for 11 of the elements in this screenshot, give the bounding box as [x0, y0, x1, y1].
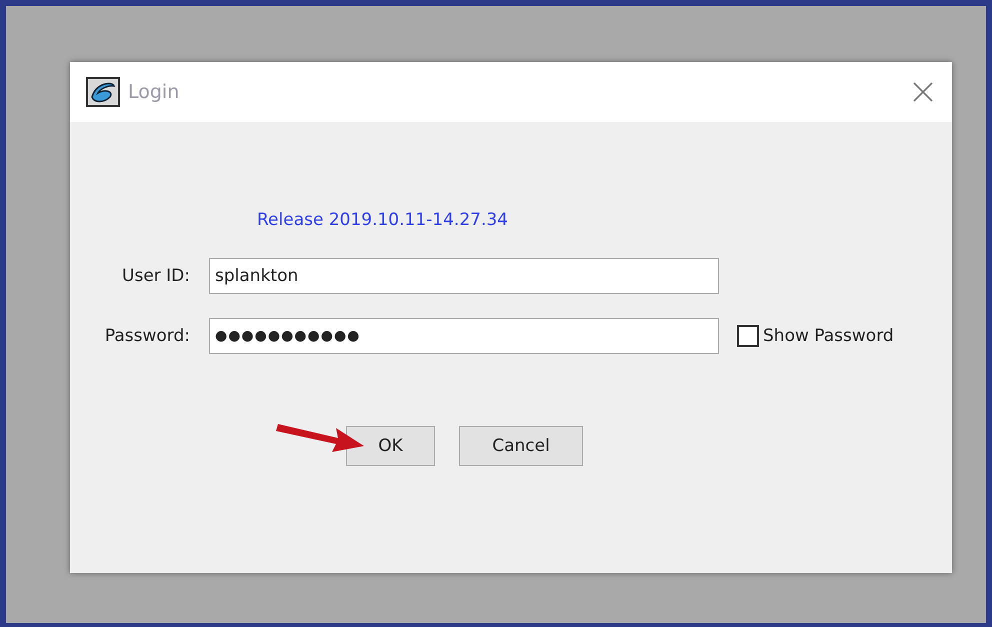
window-title: Login [128, 81, 180, 103]
field-label: User ID: [121, 266, 190, 286]
user-id-field[interactable]: splankton [209, 258, 719, 294]
release-version: Release 2019.10.11-14.27.34 [257, 210, 509, 232]
password-field[interactable]: ●●●●●●●●●●● [209, 318, 719, 354]
app-icon [86, 77, 120, 107]
show-password-checkbox[interactable]: Show Password [737, 325, 894, 347]
ok-button[interactable]: OK [346, 426, 435, 466]
field-label: Password: [104, 326, 190, 346]
close-icon[interactable] [912, 81, 934, 103]
cancel-button[interactable]: Cancel [459, 426, 583, 466]
